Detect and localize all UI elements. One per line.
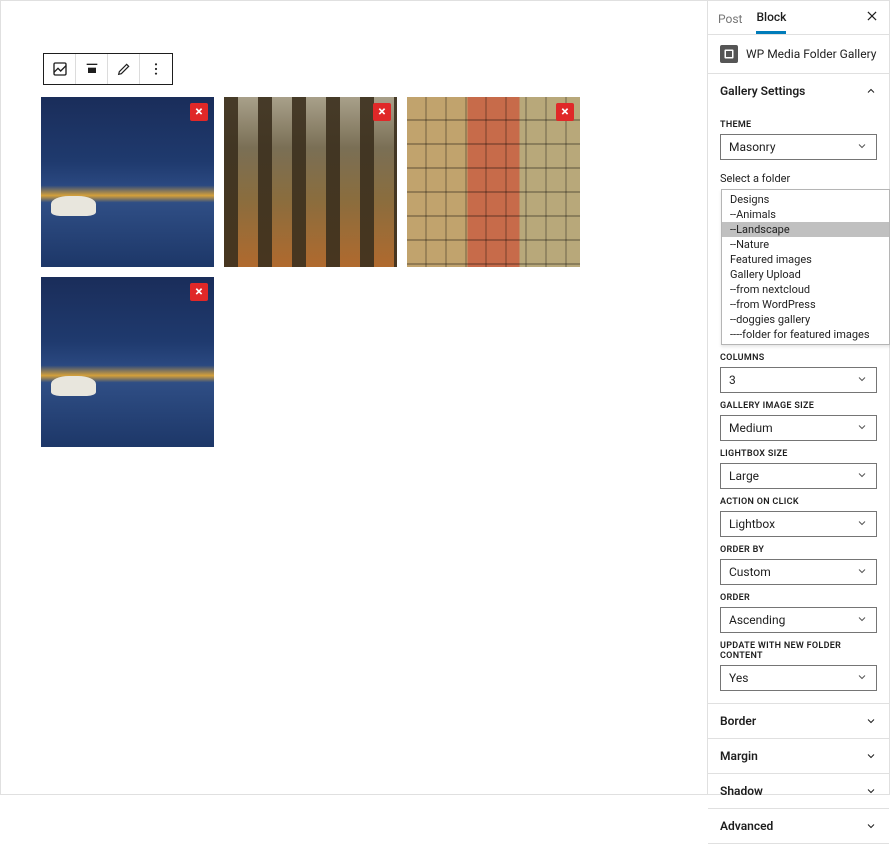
folder-option[interactable]: --Animals xyxy=(722,207,889,222)
thumb-image xyxy=(407,97,580,267)
gallery-thumb[interactable]: × xyxy=(41,277,214,447)
gallery-thumb[interactable]: × xyxy=(407,97,580,267)
gallery-thumb[interactable]: × xyxy=(224,97,397,267)
panel-header-border[interactable]: Border xyxy=(708,704,889,738)
edit-button[interactable] xyxy=(108,54,140,84)
gallery-grid: × × × × xyxy=(41,97,667,447)
action-value: Lightbox xyxy=(729,517,775,531)
panel-header-gallery-settings[interactable]: Gallery Settings xyxy=(708,74,889,108)
panel-shadow: Shadow xyxy=(708,774,889,809)
panel-title: Advanced xyxy=(720,819,773,833)
update-select[interactable]: Yes xyxy=(720,665,877,691)
chevron-down-icon xyxy=(856,373,868,388)
chevron-down-icon xyxy=(865,750,877,762)
align-icon xyxy=(84,61,100,77)
panel-title: Gallery Settings xyxy=(720,84,805,98)
folder-option[interactable]: --Nature xyxy=(722,237,889,252)
close-icon xyxy=(865,9,879,23)
remove-image-button[interactable]: × xyxy=(373,103,391,121)
more-vertical-icon xyxy=(148,61,164,77)
folder-label: Select a folder xyxy=(720,172,877,185)
folder-option[interactable]: --Landscape xyxy=(722,222,889,237)
image-size-select[interactable]: Medium xyxy=(720,415,877,441)
gallery-thumb[interactable]: × xyxy=(41,97,214,267)
columns-select[interactable]: 3 xyxy=(720,367,877,393)
app-root: × × × × Post Block xyxy=(0,0,890,795)
panel-header-shadow[interactable]: Shadow xyxy=(708,774,889,808)
chevron-down-icon xyxy=(865,785,877,797)
panel-gallery-settings: Gallery Settings THEME Masonry Select a … xyxy=(708,74,889,704)
folder-option[interactable]: --doggies gallery xyxy=(722,312,889,327)
update-label: UPDATE WITH NEW FOLDER CONTENT xyxy=(720,641,877,661)
panel-header-advanced[interactable]: Advanced xyxy=(708,809,889,843)
chevron-down-icon xyxy=(856,469,868,484)
panel-title: Border xyxy=(720,714,756,728)
tab-post[interactable]: Post xyxy=(718,3,742,33)
thumb-image xyxy=(41,277,214,447)
update-value: Yes xyxy=(729,671,748,685)
theme-value: Masonry xyxy=(729,140,776,154)
block-toolbar xyxy=(43,53,173,85)
align-button[interactable] xyxy=(76,54,108,84)
chevron-down-icon xyxy=(856,565,868,580)
sidebar-tabs: Post Block xyxy=(708,1,889,35)
panel-body-gallery-settings: THEME Masonry Select a folder Designs--A… xyxy=(708,108,889,703)
panel-advanced: Advanced xyxy=(708,809,889,844)
block-title-row: WP Media Folder Gallery xyxy=(708,35,889,74)
more-options-button[interactable] xyxy=(140,54,172,84)
order-select[interactable]: Ascending xyxy=(720,607,877,633)
thumb-image xyxy=(224,97,397,267)
tab-block[interactable]: Block xyxy=(756,1,786,34)
image-icon xyxy=(52,61,68,77)
chevron-down-icon xyxy=(856,421,868,436)
action-label: ACTION ON CLICK xyxy=(720,497,877,507)
image-size-value: Medium xyxy=(729,421,773,435)
chevron-down-icon xyxy=(865,820,877,832)
chevron-down-icon xyxy=(856,140,868,155)
columns-label: COLUMNS xyxy=(720,353,877,363)
orderby-select[interactable]: Custom xyxy=(720,559,877,585)
block-title-text: WP Media Folder Gallery xyxy=(746,47,876,61)
folder-option[interactable]: --from nextcloud xyxy=(722,282,889,297)
order-value: Ascending xyxy=(729,613,785,627)
settings-sidebar: Post Block WP Media Folder Gallery Galle… xyxy=(707,1,889,794)
columns-value: 3 xyxy=(729,373,736,387)
folder-select-dropdown[interactable]: Designs--Animals--Landscape--NatureFeatu… xyxy=(721,189,890,345)
folder-option[interactable]: ----folder for featured images xyxy=(722,327,889,342)
chevron-up-icon xyxy=(865,85,877,97)
lightbox-size-label: LIGHTBOX SIZE xyxy=(720,449,877,459)
action-select[interactable]: Lightbox xyxy=(720,511,877,537)
panel-title: Shadow xyxy=(720,784,763,798)
panel-header-margin[interactable]: Margin xyxy=(708,739,889,773)
thumb-image xyxy=(41,97,214,267)
remove-image-button[interactable]: × xyxy=(190,283,208,301)
pencil-icon xyxy=(116,61,132,77)
theme-select[interactable]: Masonry xyxy=(720,134,877,160)
order-label: ORDER xyxy=(720,593,877,603)
block-icon xyxy=(720,45,738,63)
chevron-down-icon xyxy=(865,715,877,727)
editor-canvas: × × × × xyxy=(1,1,707,794)
lightbox-size-value: Large xyxy=(729,469,759,483)
panel-title: Margin xyxy=(720,749,758,763)
remove-image-button[interactable]: × xyxy=(556,103,574,121)
chevron-down-icon xyxy=(856,671,868,686)
block-type-button[interactable] xyxy=(44,54,76,84)
close-sidebar-button[interactable] xyxy=(865,8,879,27)
lightbox-size-select[interactable]: Large xyxy=(720,463,877,489)
orderby-label: ORDER BY xyxy=(720,545,877,555)
folder-option[interactable]: --from WordPress xyxy=(722,297,889,312)
orderby-value: Custom xyxy=(729,565,771,579)
image-size-label: GALLERY IMAGE SIZE xyxy=(720,401,877,411)
panel-border: Border xyxy=(708,704,889,739)
folder-option[interactable]: Designs xyxy=(722,192,889,207)
theme-label: THEME xyxy=(720,120,877,130)
remove-image-button[interactable]: × xyxy=(190,103,208,121)
chevron-down-icon xyxy=(856,517,868,532)
folder-option[interactable]: Gallery Upload xyxy=(722,267,889,282)
folder-option[interactable]: Featured images xyxy=(722,252,889,267)
chevron-down-icon xyxy=(856,613,868,628)
panel-margin: Margin xyxy=(708,739,889,774)
